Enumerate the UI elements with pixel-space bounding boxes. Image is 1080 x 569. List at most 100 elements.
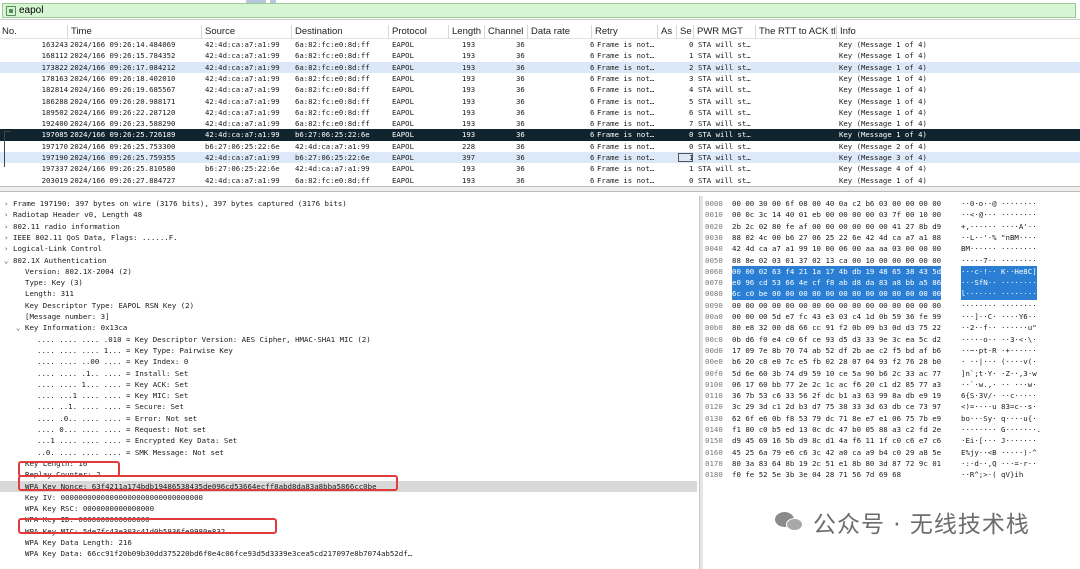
hex-line[interactable]: 0170 80 3a 83 64 8b 19 2c 51 e1 8b 80 3d … [703, 458, 1080, 469]
collapsed-arrow-icon[interactable]: › [4, 198, 13, 209]
detail-line[interactable]: .... .... .1.. .... = Install: Set [0, 368, 697, 379]
hex-line[interactable]: 0010 00 0c 3c 14 40 01 eb 00 00 00 00 03 … [703, 209, 1080, 220]
packet-row[interactable]: 197170 2024/166 09:26:25.753300 b6:27:06:2… [0, 141, 1080, 152]
detail-line[interactable]: › IEEE 802.11 QoS Data, Flags: ......F. [0, 232, 697, 243]
detail-line[interactable]: .... ..1. .... .... = Secure: Set [0, 401, 697, 412]
column-header[interactable]: No. [2, 26, 17, 37]
bookmark-filter-icon[interactable] [6, 5, 16, 16]
column-header[interactable]: Se [680, 26, 692, 37]
column-header[interactable]: Protocol [392, 26, 427, 37]
detail-line[interactable]: .... .... .... .010 = Key Descriptor Ver… [0, 334, 697, 345]
packet-row[interactable]: 189502 2024/166 09:26:22.287120 42:4d:ca:a… [0, 107, 1080, 118]
column-header[interactable]: Channel [488, 26, 523, 37]
hex-line[interactable]: 00e0 b6 20 c8 e0 7c e5 fb 02 28 07 04 93 … [703, 356, 1080, 367]
column-header[interactable]: The RTT to ACK tl [759, 26, 836, 37]
detail-line[interactable]: Version: 802.1X-2004 (2) [0, 266, 697, 277]
packet-details-pane[interactable]: › Frame 197190: 397 bytes on wire (3176 b… [0, 196, 697, 569]
hex-line[interactable]: 0030 88 02 4c 00 b6 27 06 25 22 6e 42 4d … [703, 232, 1080, 243]
packet-row[interactable]: 203019 2024/166 09:26:27.884727 42:4d:ca:a… [0, 175, 1080, 186]
packet-row[interactable]: 197337 2024/166 09:26:25.810580 b6:27:06:2… [0, 163, 1080, 174]
detail-text: 802.11 radio information [13, 221, 120, 231]
cell-src: 42:4d:ca:a7:a1:99 [205, 73, 280, 83]
packet-row[interactable]: 168112 2024/166 09:26:15.784352 42:4d:ca:a… [0, 50, 1080, 61]
packet-row[interactable]: 197085 2024/166 09:26:25.726189 42:4d:ca:a… [0, 129, 1080, 141]
hex-line[interactable]: 0160 45 25 6a 79 e6 c6 3c 42 a0 ca a9 b4 … [703, 447, 1080, 458]
hex-line[interactable]: 0080 6c c0 be 00 00 00 00 00 00 00 00 00 … [703, 288, 1080, 300]
display-filter-input[interactable]: eapol [2, 3, 1076, 18]
hex-line[interactable]: 0060 00 00 02 63 f4 21 1a 17 4b db 19 48 … [703, 265, 1080, 278]
collapsed-arrow-icon[interactable]: › [4, 232, 13, 243]
hex-line[interactable]: 00f0 5d 6e 60 3b 74 d9 59 10 ce 5a 90 b6 … [703, 368, 1080, 379]
detail-line[interactable]: › Logical-Link Control [0, 243, 697, 254]
hex-line[interactable]: 00a0 00 00 00 5d e7 fc 43 e3 03 c4 1d 0b … [703, 311, 1080, 322]
column-header[interactable]: Time [71, 26, 92, 37]
column-header[interactable]: Destination [295, 26, 343, 37]
hex-line[interactable]: 0110 36 7b 53 c6 33 56 2f dc b1 a3 63 99 … [703, 390, 1080, 401]
detail-line[interactable]: .... .0.. .... .... = Error: Not set [0, 413, 697, 424]
column-header[interactable]: PWR MGT [697, 26, 743, 37]
packet-row[interactable]: 173822 2024/166 09:26:17.084212 42:4d:ca:a… [0, 61, 1080, 73]
cell-src: 42:4d:ca:a7:a1:99 [205, 62, 280, 72]
detail-line[interactable]: .... .... ..00 .... = Key Index: 0 [0, 356, 697, 367]
collapsed-arrow-icon[interactable]: › [4, 221, 13, 232]
cell-dst: 6a:82:fc:e0:8d:ff [295, 175, 370, 185]
hex-line[interactable]: 0050 88 8e 02 03 01 37 02 13 ca 00 10 00 … [703, 255, 1080, 266]
detail-line[interactable]: ⌄ Key Information: 0x13ca [0, 322, 697, 333]
hex-line[interactable]: 0090 00 00 00 00 00 00 00 00 00 00 00 00 … [703, 300, 1080, 311]
detail-line[interactable]: .... .... .... 1... = Key Type: Pairwise… [0, 345, 697, 356]
cell-proto: EAPOL [392, 175, 414, 185]
column-header[interactable]: Data rate [531, 26, 570, 37]
column-header[interactable]: Retry [595, 26, 618, 37]
hex-line[interactable]: 0130 62 6f e6 0b f8 53 79 dc 71 8e e7 e1 … [703, 413, 1080, 424]
detail-line[interactable]: › 802.11 radio information [0, 221, 697, 232]
detail-line[interactable]: WPA Key Data: 66cc91f20b09b30dd375220bd6… [0, 548, 697, 559]
packet-row[interactable]: 186288 2024/166 09:26:20.988171 42:4d:ca:a… [0, 96, 1080, 107]
expanded-arrow-icon[interactable]: ⌄ [16, 322, 25, 333]
detail-line[interactable]: WPA Key Data Length: 216 [0, 537, 697, 548]
collapsed-arrow-icon[interactable]: › [4, 243, 13, 254]
hex-ascii: ·Ei·[··· J······· [961, 436, 1037, 446]
detail-line[interactable]: › Radiotap Header v0, Length 48 [0, 209, 697, 220]
detail-text: WPA Key Data: 66cc91f20b09b30dd375220bd6… [25, 549, 413, 559]
column-header[interactable]: Length [452, 26, 481, 37]
detail-line[interactable]: Key Descriptor Type: EAPOL RSN Key (2) [0, 300, 697, 311]
column-header[interactable]: As [661, 26, 672, 37]
pane-splitter[interactable] [0, 186, 1080, 192]
hex-line[interactable]: 00b0 80 e8 32 00 d8 66 cc 91 f2 0b 09 b3 … [703, 322, 1080, 333]
detail-line[interactable]: WPA Key RSC: 0000000000000000 [0, 503, 697, 514]
packet-list[interactable]: 163243 2024/166 09:26:14.484069 42:4d:ca:a… [0, 39, 1080, 186]
hex-line[interactable]: 0150 d9 45 69 16 5b d9 8c d1 4a f6 11 1f … [703, 435, 1080, 446]
hex-line[interactable]: 0140 f1 80 c0 b5 ed 13 0c dc 47 b0 05 88 … [703, 424, 1080, 435]
hex-line[interactable]: 0070 e0 96 cd 53 66 4e cf f8 ab d8 da 83 … [703, 277, 1080, 289]
packet-row[interactable]: 197190 2024/166 09:26:25.759355 42:4d:ca:a… [0, 152, 1080, 164]
packet-row[interactable]: 163243 2024/166 09:26:14.484069 42:4d:ca:a… [0, 39, 1080, 50]
hex-line[interactable]: 0000 00 00 30 00 6f 08 00 40 0a c2 b6 03 … [703, 198, 1080, 209]
hex-line[interactable]: 0100 06 17 60 bb 77 2e 2c 1c ac f6 20 c1 … [703, 379, 1080, 390]
hex-line[interactable]: 0180 f0 fe 52 5e 3b 3e 04 28 71 56 7d 69 … [703, 469, 1080, 480]
hex-line[interactable]: 0120 3c 29 3d c1 2d b3 d7 75 38 33 3d 63 … [703, 401, 1080, 412]
detail-line[interactable]: › Frame 197190: 397 bytes on wire (3176 b… [0, 198, 697, 209]
detail-line[interactable]: ..0. .... .... .... = SMK Message: Not s… [0, 447, 697, 458]
hex-line[interactable]: 00c0 0b d6 f0 e4 c0 6f ce 93 d5 d3 33 9e … [703, 334, 1080, 345]
hex-line[interactable]: 00d0 17 09 7e 8b 70 74 ab 52 df 2b ae c2 … [703, 345, 1080, 356]
packet-row[interactable]: 192400 2024/166 09:26:23.588290 42:4d:ca:a… [0, 118, 1080, 129]
detail-line[interactable]: ...1 .... .... .... = Encrypted Key Data… [0, 435, 697, 446]
detail-line[interactable]: Type: Key (3) [0, 277, 697, 288]
hex-offset: 0150 [705, 436, 723, 446]
packet-row[interactable]: 178163 2024/166 09:26:18.402010 42:4d:ca:a… [0, 73, 1080, 84]
detail-line[interactable]: Length: 311 [0, 288, 697, 299]
expanded-arrow-icon[interactable]: ⌄ [4, 255, 13, 266]
detail-line[interactable]: [Message number: 3] [0, 311, 697, 322]
hex-line[interactable]: 0040 42 4d ca a7 a1 99 10 00 06 00 aa aa … [703, 243, 1080, 254]
detail-line[interactable]: .... 0... .... .... = Request: Not set [0, 424, 697, 435]
detail-line[interactable]: .... ...1 .... .... = Key MIC: Set [0, 390, 697, 401]
cell-proto: EAPOL [392, 164, 414, 174]
column-header[interactable]: Info [840, 26, 856, 37]
detail-line[interactable]: Key IV: 00000000000000000000000000000000 [0, 492, 697, 503]
hex-line[interactable]: 0020 2b 2c 02 80 fe af 00 00 00 00 00 00 … [703, 221, 1080, 232]
packet-row[interactable]: 182814 2024/166 09:26:19.685567 42:4d:ca:a… [0, 84, 1080, 95]
detail-line[interactable]: ⌄ 802.1X Authentication [0, 255, 697, 266]
collapsed-arrow-icon[interactable]: › [4, 209, 13, 220]
detail-line[interactable]: .... .... 1... .... = Key ACK: Set [0, 379, 697, 390]
column-header[interactable]: Source [205, 26, 235, 37]
